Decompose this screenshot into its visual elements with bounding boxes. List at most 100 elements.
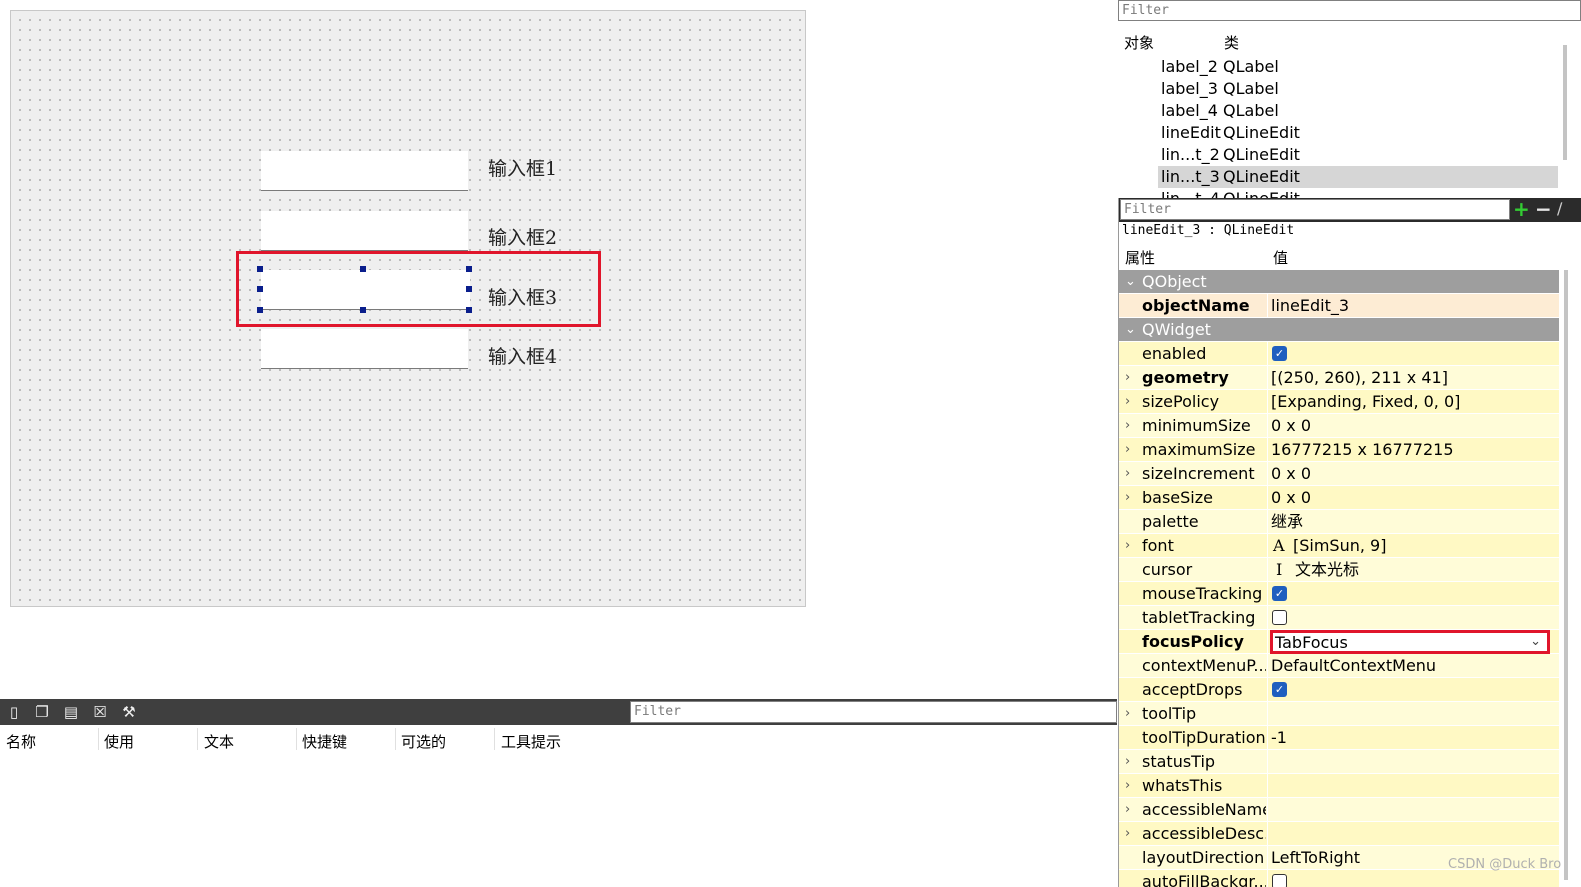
wrench-icon[interactable]: ∕ [1557,199,1562,218]
checkbox-checked[interactable]: ✓ [1272,682,1287,697]
expand-arrow-icon[interactable]: › [1125,702,1130,725]
property-row-focusPolicy[interactable]: focusPolicy TabFocus ⌄ [1119,630,1559,654]
property-row-whatsThis[interactable]: › whatsThis [1119,774,1559,798]
focus-policy-dropdown[interactable]: TabFocus ⌄ [1270,630,1550,654]
expand-arrow-icon[interactable]: › [1125,534,1130,557]
property-row-objectName[interactable]: objectName lineEdit_3 [1119,294,1559,318]
group-qobject[interactable]: ⌄ QObject [1119,270,1559,294]
property-value[interactable]: 0 x 0 [1271,486,1556,510]
form-canvas[interactable]: 输入框1 输入框2 输入框3 输入框4 [10,10,806,607]
property-row-enabled[interactable]: enabled ✓ [1119,342,1559,366]
property-row-minimumSize[interactable]: › minimumSize 0 x 0 [1119,414,1559,438]
property-value[interactable]: 文本光标 [1295,558,1580,582]
checkbox-unchecked[interactable] [1272,874,1287,887]
new-action-icon[interactable]: ▯ [5,703,23,721]
expand-arrow-icon[interactable]: › [1125,486,1130,509]
property-value[interactable]: 16777215 x 16777215 [1271,438,1556,462]
property-row-tabletTracking[interactable]: tabletTracking [1119,606,1559,630]
property-row-cursor[interactable]: cursor I 文本光标 [1119,558,1559,582]
property-value[interactable] [1271,798,1556,822]
line-edit-1[interactable] [261,151,468,191]
property-column-header[interactable]: 属性 [1125,247,1155,268]
group-qwidget[interactable]: ⌄ QWidget [1119,318,1559,342]
expand-arrow-icon[interactable]: › [1125,822,1130,845]
column-header-tooltip[interactable]: 工具提示 [501,731,561,752]
checkbox-unchecked[interactable] [1272,610,1287,625]
object-filter-input[interactable]: Filter [1118,0,1581,21]
expand-arrow-icon[interactable]: › [1125,438,1130,461]
property-value[interactable]: 0 x 0 [1271,462,1556,486]
object-row[interactable]: lineEdit QLineEdit [1158,122,1558,144]
property-row-baseSize[interactable]: › baseSize 0 x 0 [1119,486,1559,510]
property-row-statusTip[interactable]: › statusTip [1119,750,1559,774]
chevron-down-icon[interactable]: ⌄ [1530,630,1541,653]
property-value[interactable] [1271,702,1556,726]
property-value[interactable]: [(250, 260), 211 x 41] [1271,366,1556,390]
object-row-selected[interactable]: lin...t_3 QLineEdit [1158,166,1558,188]
property-row-acceptDrops[interactable]: acceptDrops ✓ [1119,678,1559,702]
property-name: autoFillBackgr... [1142,872,1266,887]
object-row[interactable]: label_3 QLabel [1158,78,1558,100]
property-value[interactable]: [SimSun, 9] [1293,534,1578,558]
column-header-name[interactable]: 名称 [6,731,36,752]
expand-arrow-icon[interactable]: › [1125,366,1130,389]
property-row-autoFillBackground[interactable]: autoFillBackgr... [1119,870,1559,887]
copy-action-icon[interactable]: ❐ [33,703,51,721]
property-row-contextMenuPolicy[interactable]: contextMenuP... DefaultContextMenu [1119,654,1559,678]
value-column-header[interactable]: 值 [1273,247,1288,268]
property-value[interactable] [1271,750,1556,774]
configure-icon[interactable]: ⚒ [120,703,138,721]
property-row-sizePolicy[interactable]: › sizePolicy [Expanding, Fixed, 0, 0] [1119,390,1559,414]
property-scrollbar[interactable] [1564,270,1568,880]
property-value[interactable]: [Expanding, Fixed, 0, 0] [1271,390,1556,414]
column-header-used[interactable]: 使用 [104,731,134,752]
checkbox-checked[interactable]: ✓ [1272,586,1287,601]
object-row[interactable]: label_4 QLabel [1158,100,1558,122]
form-label-1: 输入框1 [488,158,558,180]
property-value[interactable]: lineEdit_3 [1271,294,1556,318]
expand-arrow-icon[interactable]: › [1125,462,1130,485]
object-name: label_3 [1161,79,1218,98]
class-column-header[interactable]: 类 [1224,32,1239,53]
column-header-text[interactable]: 文本 [204,731,234,752]
property-row-accessibleName[interactable]: › accessibleName [1119,798,1559,822]
expand-arrow-icon[interactable]: › [1125,390,1130,413]
property-row-accessibleDescription[interactable]: › accessibleDesc... [1119,822,1559,846]
delete-action-icon[interactable]: ☒ [91,703,109,721]
property-value[interactable]: DefaultContextMenu [1271,654,1556,678]
property-row-font[interactable]: › font A [SimSun, 9] [1119,534,1559,558]
collapse-arrow-icon[interactable]: ⌄ [1125,318,1136,341]
property-filter-input[interactable]: Filter [1120,199,1510,220]
property-value[interactable]: 0 x 0 [1271,414,1556,438]
object-row[interactable]: lin...t_2 QLineEdit [1158,144,1558,166]
property-row-toolTip[interactable]: › toolTip [1119,702,1559,726]
property-row-mouseTracking[interactable]: mouseTracking ✓ [1119,582,1559,606]
object-column-header[interactable]: 对象 [1124,32,1154,53]
line-edit-2[interactable] [261,211,468,251]
paste-action-icon[interactable]: ▤ [62,703,80,721]
property-row-maximumSize[interactable]: › maximumSize 16777215 x 16777215 [1119,438,1559,462]
property-value[interactable] [1271,774,1556,798]
collapse-arrow-icon[interactable]: ⌄ [1125,270,1136,293]
object-row[interactable]: label_2 QLabel [1158,56,1558,78]
checkbox-checked[interactable]: ✓ [1272,346,1287,361]
property-value[interactable] [1271,822,1556,846]
property-row-palette[interactable]: palette 继承 [1119,510,1559,534]
object-row[interactable]: lin...t_4 QLineEdit [1158,188,1558,198]
expand-arrow-icon[interactable]: › [1125,798,1130,821]
column-header-shortcut[interactable]: 快捷键 [302,731,347,752]
property-row-sizeIncrement[interactable]: › sizeIncrement 0 x 0 [1119,462,1559,486]
remove-property-icon[interactable]: − [1535,198,1552,221]
object-scrollbar[interactable] [1563,45,1567,160]
expand-arrow-icon[interactable]: › [1125,774,1130,797]
property-row-toolTipDuration[interactable]: toolTipDuration -1 [1119,726,1559,750]
expand-arrow-icon[interactable]: › [1125,750,1130,773]
property-row-geometry[interactable]: › geometry [(250, 260), 211 x 41] [1119,366,1559,390]
expand-arrow-icon[interactable]: › [1125,414,1130,437]
column-header-checkable[interactable]: 可选的 [401,731,446,752]
add-property-icon[interactable]: + [1513,198,1530,221]
property-value[interactable]: -1 [1271,726,1556,750]
action-filter-input[interactable]: Filter [630,701,1117,723]
property-value[interactable]: 继承 [1271,510,1556,534]
line-edit-4[interactable] [261,329,468,369]
